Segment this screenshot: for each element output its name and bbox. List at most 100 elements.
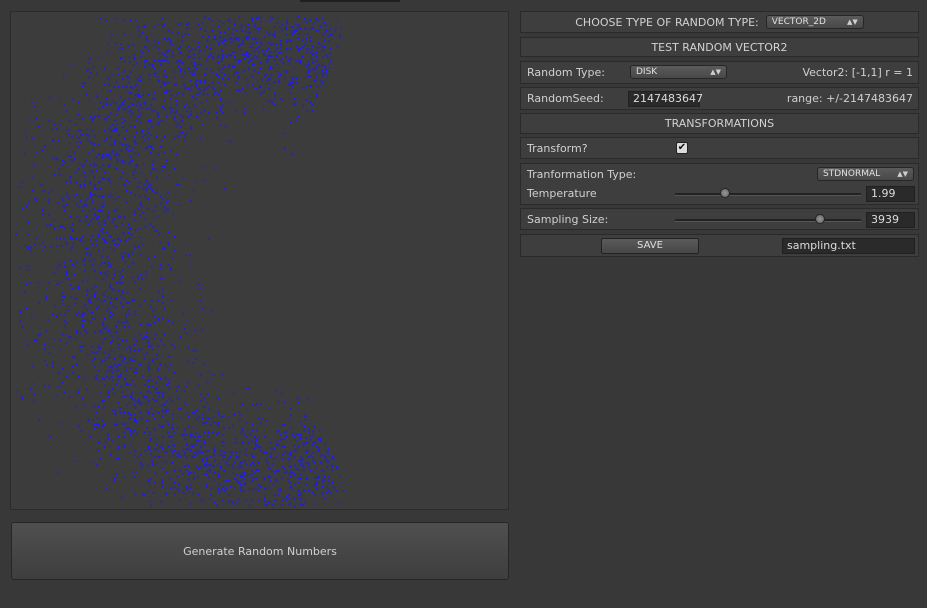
temperature-field[interactable]: 1.99 [866,186,915,202]
scatter-point [152,358,154,361]
scatter-point [257,16,259,19]
scatter-point [154,382,157,384]
scatter-point [65,273,68,276]
scatter-point [205,416,207,419]
scatter-point [116,366,118,368]
scatter-point [103,177,105,179]
scatter-point [149,184,152,186]
scatter-point [112,379,114,381]
scatter-point [128,253,130,256]
scatter-point [287,458,290,460]
scatter-point [95,378,98,380]
scatter-point [101,255,103,258]
scatter-point [138,35,141,37]
scatter-point [260,91,263,94]
scatter-point [171,424,173,427]
sampling-slider-track[interactable] [675,219,861,222]
scatter-point [128,162,131,164]
scatter-point [160,202,162,205]
scatter-point [177,397,179,400]
scatter-point [171,343,173,346]
scatter-point [93,176,95,178]
scatter-point [78,205,81,208]
scatter-point [76,262,78,264]
scatter-point [271,463,274,465]
scatter-point [127,309,129,311]
scatter-point [25,283,28,286]
scatter-point [62,204,64,207]
scatter-point [145,396,148,398]
scatter-point [183,433,185,436]
seed-range-text: range: +/-2147483647 [786,92,913,105]
scatter-point [82,82,85,84]
save-button[interactable]: SAVE [601,238,699,254]
scatter-point [306,110,309,112]
scatter-point [245,435,248,438]
scatter-point [284,76,286,79]
scatter-point [103,219,105,222]
scatter-point [150,266,153,268]
scatter-point [135,340,138,342]
scatter-point [164,364,167,367]
scatter-point [240,490,242,492]
scatter-point [297,494,300,496]
scatter-point [304,501,307,504]
scatter-point [113,144,115,146]
scatter-point [94,351,97,354]
scatter-point [147,182,150,185]
sampling-slider-thumb[interactable] [815,214,826,224]
scatter-point [203,441,206,444]
transformation-type-dropdown[interactable]: STDNORMAL ▲▼ [817,167,914,181]
scatter-point [121,161,123,164]
scatter-point [259,61,261,64]
scatter-point [97,449,99,451]
random-type-dropdown[interactable]: DISK ▲▼ [630,65,727,79]
scatter-point [315,55,318,58]
scatter-point [92,170,94,173]
scatter-point [323,39,326,41]
temperature-slider-thumb[interactable] [720,188,731,198]
scatter-point [223,485,225,487]
scatter-point [169,477,171,479]
scatter-point [251,17,253,19]
scatter-point [176,183,178,186]
scatter-point [193,436,196,438]
scatter-point [85,160,87,162]
scatter-point [88,419,90,421]
temperature-slider-track[interactable] [675,193,861,196]
scatter-point [161,404,164,407]
random-seed-field[interactable]: 2147483647 [628,91,703,107]
scatter-point [292,66,295,69]
scatter-point [193,444,195,447]
scatter-point [307,456,309,458]
scatter-point [178,183,180,186]
scatter-point [107,212,110,214]
scatter-point [303,44,306,46]
scatter-point [107,195,109,198]
scatter-point [174,115,177,118]
vector-type-dropdown[interactable]: VECTOR_2D ▲▼ [765,15,864,29]
generate-random-numbers-button[interactable]: Generate Random Numbers [11,522,509,580]
transform-checkbox[interactable]: ✔ [676,142,688,154]
sampling-size-field[interactable]: 3939 [866,212,915,228]
scatter-point [134,313,137,315]
scatter-point [322,470,324,472]
scatter-point [249,30,251,33]
scatter-point [65,181,67,183]
scatter-point [250,453,253,456]
scatter-point [309,19,311,22]
scatter-point [284,451,286,453]
transformation-settings-group: Tranformation Type: STDNORMAL ▲▼ Tempera… [520,163,919,205]
scatter-point [103,299,105,302]
scatter-point [89,238,92,241]
scatter-point [306,51,308,53]
scatter-point [208,370,211,373]
transformation-type-value: STDNORMAL [823,169,881,179]
scatter-point [176,456,179,458]
scatter-point [81,280,84,283]
scatter-point [113,243,116,245]
scatter-point [90,296,92,299]
scatter-point [149,187,152,189]
filename-field[interactable]: sampling.txt [782,238,915,254]
scatter-point [133,413,136,416]
